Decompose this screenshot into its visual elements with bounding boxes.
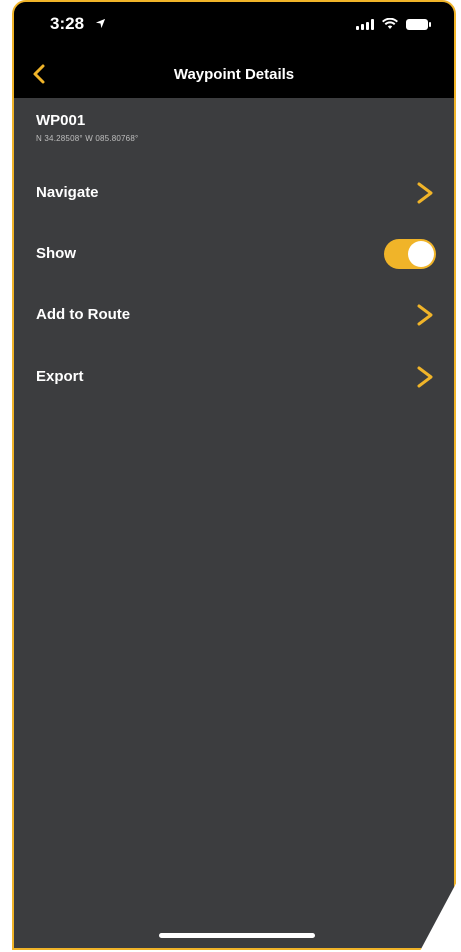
chevron-right-icon (417, 304, 433, 326)
menu-item-export[interactable]: Export (14, 356, 454, 400)
home-indicator[interactable] (159, 933, 315, 938)
waypoint-details: WP001 N 34.28508° W 085.80768° Navigate … (14, 98, 454, 948)
status-time-text: 3:28 (50, 14, 85, 33)
location-arrow-icon (95, 17, 106, 32)
waypoint-name: WP001 (36, 112, 86, 129)
chevron-right-icon (417, 366, 433, 388)
menu-item-add-to-route[interactable]: Add to Route (14, 294, 454, 338)
phone-frame: 3:28 Waypoint Details WP001 N 34.28508° … (12, 0, 456, 950)
status-bar: 3:28 (14, 2, 454, 52)
menu-item-label: Add to Route (36, 306, 131, 323)
chevron-right-icon (417, 182, 433, 204)
page-title: Waypoint Details (173, 66, 295, 83)
show-toggle[interactable] (384, 239, 436, 269)
menu-item-label: Export (36, 368, 84, 385)
wifi-icon (382, 18, 398, 29)
waypoint-coordinates: N 34.28508° W 085.80768° (36, 134, 139, 143)
system-icons (356, 18, 431, 30)
nav-bar: Waypoint Details (14, 52, 454, 98)
toggle-knob (408, 241, 434, 267)
menu-item-show: Show (14, 233, 454, 277)
menu-item-label: Show (36, 245, 76, 262)
signal-icon (356, 18, 374, 30)
battery-icon (406, 18, 431, 30)
status-time: 3:28 (50, 14, 106, 34)
menu-item-label: Navigate (36, 184, 99, 201)
menu-item-navigate[interactable]: Navigate (14, 172, 454, 216)
